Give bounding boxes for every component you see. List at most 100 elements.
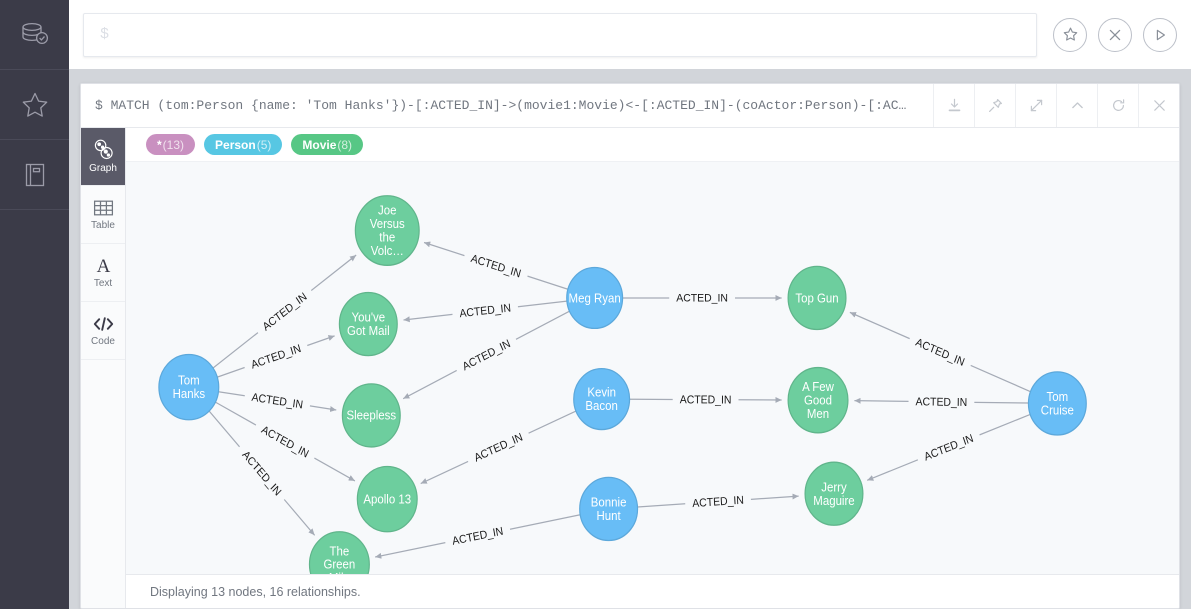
legend-pill-all[interactable]: * (13)	[146, 134, 196, 155]
person-node-circle[interactable]	[573, 367, 631, 431]
graph-node[interactable]: KevinBacon	[573, 367, 631, 431]
neo4j-browser-app: $ $ MATCH (tom:Person {name: 'Tom Hanks'…	[0, 0, 1191, 609]
graph-node[interactable]: TomCruise	[1027, 371, 1087, 436]
favorite-button[interactable]	[1053, 17, 1087, 52]
text-icon: A	[93, 256, 114, 275]
person-node-circle[interactable]	[579, 476, 639, 542]
graph-relationship[interactable]	[854, 397, 909, 404]
graph-node[interactable]: TomHanks	[158, 353, 220, 421]
book-icon	[20, 160, 50, 190]
graph-node[interactable]: Top Gun	[787, 265, 847, 331]
sidebar-item-documentation[interactable]	[0, 140, 69, 210]
graph-relationship[interactable]	[866, 459, 919, 481]
sidebar-item-database-status[interactable]	[0, 0, 69, 70]
graph-relationship[interactable]	[309, 405, 337, 412]
graph-relationship[interactable]	[515, 310, 570, 340]
relationship-label: ACTED_IN	[259, 424, 310, 461]
movie-node-circle[interactable]	[341, 383, 401, 448]
graph-relationship[interactable]	[423, 241, 465, 257]
relationship-label: ACTED_IN	[914, 336, 966, 369]
graph-relationship[interactable]	[527, 275, 569, 290]
relationship-label: ACTED_IN	[240, 449, 284, 499]
graph-relationship[interactable]	[403, 313, 453, 323]
collapse-button[interactable]	[1056, 84, 1097, 127]
graph-relationship[interactable]	[215, 401, 257, 426]
graph-relationship[interactable]	[637, 503, 686, 508]
graph-visualization[interactable]: ACTED_INACTED_INACTED_INACTED_INACTED_IN…	[126, 162, 1179, 609]
movie-node-circle[interactable]	[338, 291, 398, 357]
person-node-circle[interactable]	[566, 266, 624, 330]
query-editor-input[interactable]: $	[83, 12, 1037, 57]
pin-button[interactable]	[974, 84, 1015, 127]
graph-relationship[interactable]	[314, 457, 356, 482]
relationship-label: ACTED_IN	[261, 291, 310, 334]
movie-node-circle[interactable]	[354, 195, 420, 266]
play-circle-icon	[1152, 27, 1168, 43]
left-sidebar	[0, 0, 69, 609]
legend-pill-movie[interactable]: Movie (8)	[291, 134, 364, 155]
graph-canvas[interactable]: ACTED_IN ACTED_IN ACTED_IN ACTED_IN ACTED_IN…	[126, 162, 1179, 609]
frame-query-text[interactable]: $ MATCH (tom:Person {name: 'Tom Hanks'})…	[81, 84, 933, 127]
graph-relationship[interactable]	[208, 410, 240, 448]
graph-relationship[interactable]	[375, 541, 446, 559]
graph-relationship[interactable]	[218, 391, 245, 397]
graph-relationship[interactable]	[509, 514, 581, 530]
graph-relationship[interactable]	[310, 254, 357, 292]
person-node-circle[interactable]	[158, 353, 220, 421]
graph-node[interactable]: JoeVersustheVolc…	[354, 195, 420, 266]
editor-prompt: $	[100, 26, 110, 43]
download-button[interactable]	[933, 84, 974, 127]
movie-node-circle[interactable]	[787, 265, 847, 331]
relationship-label: ACTED_IN	[459, 302, 512, 320]
tab-text[interactable]: A Text	[81, 244, 125, 302]
person-node-circle[interactable]	[1027, 371, 1087, 436]
movie-node-circle[interactable]	[804, 461, 864, 526]
star-icon	[19, 89, 51, 121]
relationship-label: ACTED_IN	[473, 431, 525, 465]
star-circle-icon	[1062, 26, 1079, 43]
graph-relationship[interactable]	[750, 493, 799, 500]
graph-node[interactable]: A FewGoodMen	[787, 366, 849, 434]
graph-relationship[interactable]	[307, 335, 335, 347]
fullscreen-button[interactable]	[1015, 84, 1056, 127]
graph-relationship[interactable]	[849, 311, 910, 340]
relationship-label: ACTED_IN	[915, 396, 967, 409]
graph-node[interactable]: You'veGot Mail	[338, 291, 398, 357]
tab-text-label: Text	[93, 278, 113, 289]
frame-status-bar: Displaying 13 nodes, 16 relationships.	[126, 574, 1179, 608]
graph-relationship[interactable]	[979, 413, 1031, 436]
close-button[interactable]	[1138, 84, 1179, 127]
relationship-label: ACTED_IN	[251, 391, 304, 411]
legend-pill-person[interactable]: Person (5)	[204, 134, 283, 155]
graph-node[interactable]: Meg Ryan	[566, 266, 624, 330]
tab-table[interactable]: Table	[81, 186, 125, 244]
graph-node[interactable]: Apollo 13	[356, 465, 418, 533]
movie-node-circle[interactable]	[356, 465, 418, 533]
clear-button[interactable]	[1098, 17, 1132, 52]
graph-relationship[interactable]	[402, 369, 457, 400]
graph-relationship[interactable]	[420, 460, 469, 485]
graph-relationship[interactable]	[970, 364, 1031, 393]
graph-relationship[interactable]	[212, 332, 259, 369]
refresh-button[interactable]	[1097, 84, 1138, 127]
tab-graph[interactable]: Graph	[81, 128, 125, 186]
editor-buttons	[1053, 17, 1177, 52]
graph-relationship[interactable]	[517, 300, 567, 308]
relationship-label: ACTED_IN	[923, 432, 975, 463]
graph-node[interactable]: BonnieHunt	[579, 476, 639, 542]
svg-text:A: A	[96, 256, 110, 275]
run-button[interactable]	[1143, 17, 1177, 52]
graph-relationship[interactable]	[974, 401, 1029, 404]
tab-code[interactable]: Code	[81, 302, 125, 360]
graph-relationship[interactable]	[528, 410, 577, 434]
sidebar-item-favorites[interactable]	[0, 70, 69, 140]
graph-node[interactable]: Sleepless	[341, 383, 401, 448]
movie-node-circle[interactable]	[787, 366, 849, 434]
graph-relationship[interactable]	[217, 366, 245, 378]
graph-node[interactable]: JerryMaguire	[804, 461, 864, 526]
graph-relationship[interactable]	[283, 499, 316, 536]
query-editor-bar: $	[69, 0, 1191, 69]
result-frame: $ MATCH (tom:Person {name: 'Tom Hanks'})…	[80, 83, 1180, 609]
relationship-label: ACTED_IN	[250, 343, 303, 372]
relationship-label: ACTED_IN	[680, 394, 732, 407]
